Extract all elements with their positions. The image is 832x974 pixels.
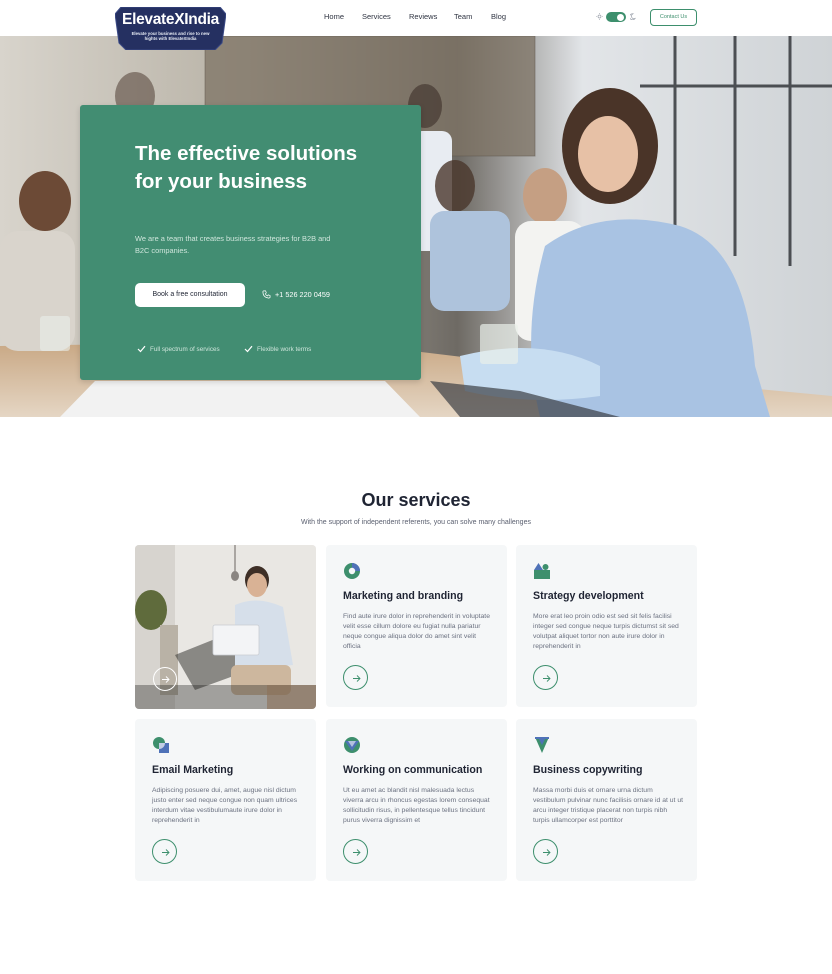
hero-title: The effective solutions for your busines… xyxy=(135,142,358,193)
nav-blog[interactable]: Blog xyxy=(491,12,506,21)
sun-icon xyxy=(596,13,603,20)
service-description: Ut eu amet ac blandit nisl malesuada lec… xyxy=(343,787,490,824)
contact-us-button[interactable]: Contact Us xyxy=(650,9,697,26)
arrow-right-icon xyxy=(542,674,551,682)
service-card-copywriting[interactable]: Business copywriting Massa morbi duis et… xyxy=(516,719,697,881)
service-description: Massa morbi duis et ornare urna dictum v… xyxy=(533,787,683,824)
service-title: Working on communication xyxy=(343,764,483,776)
phone-number: +1 526 220 0459 xyxy=(275,290,330,299)
service-title: Strategy development xyxy=(533,590,644,602)
arrow-right-icon xyxy=(542,848,551,856)
site-header: ElevateXIndia Elevate your business and … xyxy=(0,0,832,50)
hero-section: The effective solutions for your busines… xyxy=(0,36,832,417)
service-title: Email Marketing xyxy=(152,764,234,776)
phone-icon xyxy=(262,290,271,299)
service-card-communication[interactable]: Working on communication Ut eu amet ac b… xyxy=(326,719,507,881)
feature-label: Full spectrum of services xyxy=(150,346,220,353)
theme-switch[interactable] xyxy=(606,12,626,22)
service-arrow-button[interactable] xyxy=(533,839,558,864)
hero-subtitle: We are a team that creates business stra… xyxy=(135,234,331,255)
theme-toggle[interactable] xyxy=(594,11,640,23)
service-description: More erat leo proin odio est sed sit fel… xyxy=(533,613,679,650)
chevron-shield-icon xyxy=(535,737,549,753)
arrow-right-icon xyxy=(352,674,361,682)
arrow-right-icon xyxy=(162,676,170,683)
service-arrow-button[interactable] xyxy=(343,839,368,864)
nav-reviews[interactable]: Reviews xyxy=(409,12,437,21)
moon-icon xyxy=(630,13,637,20)
circle-square-icon xyxy=(153,737,169,753)
service-arrow-button[interactable] xyxy=(533,665,558,690)
service-card-strategy[interactable]: Strategy development More erat leo proin… xyxy=(516,545,697,707)
book-consultation-button[interactable]: Book a free consultation xyxy=(135,283,245,307)
service-description: Find aute irure dolor in reprehenderit i… xyxy=(343,613,490,650)
services-feature-image xyxy=(135,545,316,709)
services-subtitle: With the support of independent referent… xyxy=(301,519,531,526)
service-title: Marketing and branding xyxy=(343,590,464,602)
service-title: Business copywriting xyxy=(533,764,643,776)
arrow-right-icon xyxy=(161,848,170,856)
check-icon xyxy=(244,345,253,353)
service-arrow-button[interactable] xyxy=(343,665,368,690)
nav-home[interactable]: Home xyxy=(324,12,344,21)
services-title: Our services xyxy=(361,490,471,510)
arrow-right-icon xyxy=(352,848,361,856)
switch-knob xyxy=(617,13,624,21)
service-arrow-button[interactable] xyxy=(152,839,177,864)
main-nav: Home Services Reviews Team Blog xyxy=(0,12,832,24)
nav-services[interactable]: Services xyxy=(362,12,391,21)
service-card-marketing[interactable]: Marketing and branding Find aute irure d… xyxy=(326,545,507,707)
pie-chart-icon xyxy=(344,563,360,579)
service-card-email[interactable]: Email Marketing Adipiscing posuere dui, … xyxy=(135,719,316,881)
nav-team[interactable]: Team xyxy=(454,12,472,21)
hero-card: The effective solutions for your busines… xyxy=(80,105,421,380)
image-card-arrow-button[interactable] xyxy=(153,667,177,691)
check-icon xyxy=(137,345,146,353)
brand-tagline: Elevate your business and rise to new hi… xyxy=(131,31,210,41)
shapes-icon xyxy=(534,563,550,579)
service-description: Adipiscing posuere dui, amet, augue nisl… xyxy=(152,787,298,824)
feature-label: Flexible work terms xyxy=(257,346,312,353)
triangle-circle-icon xyxy=(344,737,360,753)
